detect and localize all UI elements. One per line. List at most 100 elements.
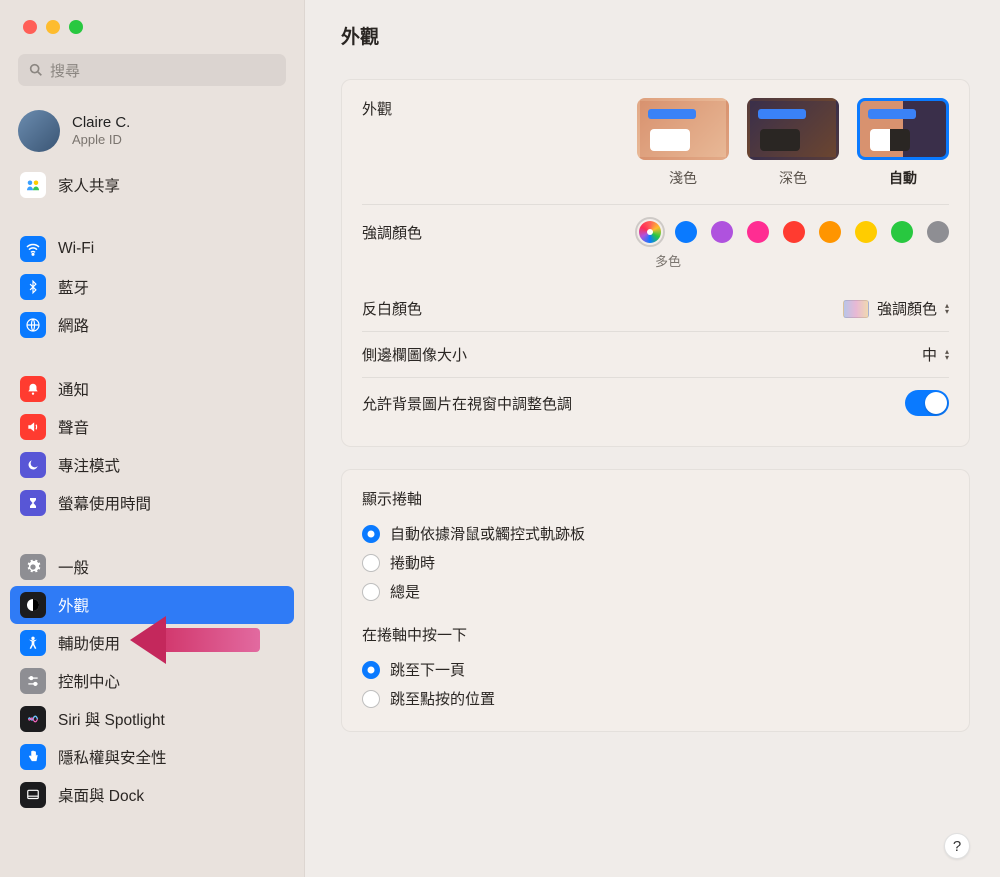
sidebar-item-siri[interactable]: Siri 與 Spotlight [10,700,294,738]
sidebar-item-wifi[interactable]: Wi-Fi [10,230,294,268]
accent-swatch-purple[interactable] [711,221,733,243]
accent-swatch-red[interactable] [783,221,805,243]
theme-thumb-icon [747,98,839,160]
chevron-updown-icon: ▴▾ [945,349,949,361]
scrollbar-option-1[interactable]: 捲動時 [362,548,949,577]
hourglass-icon [20,490,46,516]
moon-icon [20,452,46,478]
avatar [18,110,60,152]
search-placeholder: 搜尋 [50,60,80,81]
accessibility-icon [20,630,46,656]
sidebar-item-label: 聲音 [58,416,89,438]
window-controls [0,0,304,46]
sidebar-item-dock[interactable]: 桌面與 Dock [10,776,294,814]
theme-option-dark[interactable]: 深色 [747,98,839,188]
wifi-icon [20,236,46,262]
minimize-icon[interactable] [46,20,60,34]
sidebar-item-label: 螢幕使用時間 [58,492,151,514]
highlight-select[interactable]: 強調顏色 ▴▾ [843,298,949,319]
sidebar-item-bell[interactable]: 通知 [10,370,294,408]
sidebar-item-label: 網路 [58,314,89,336]
user-sub: Apple ID [72,132,130,148]
scrollclick-option-1[interactable]: 跳至點按的位置 [362,684,949,713]
sidebar-item-label: Wi-Fi [58,240,94,258]
wallpaper-tint-label: 允許背景圖片在視窗中調整色調 [362,393,572,414]
theme-option-light[interactable]: 淺色 [637,98,729,188]
bluetooth-icon [20,274,46,300]
appearance-label: 外觀 [362,98,392,119]
highlight-preview-icon [843,300,869,318]
sidebar-item-accessibility[interactable]: 輔助使用 [10,624,294,662]
radio-icon [362,554,380,572]
radio-icon [362,583,380,601]
user-name: Claire C. [72,114,130,133]
scrollbar-title: 顯示捲軸 [362,488,949,509]
family-icon [20,172,46,198]
theme-option-auto[interactable]: 自動 [857,98,949,188]
sidebar-item-label: 家人共享 [58,174,120,196]
scroll-click-title: 在捲軸中按一下 [362,624,949,645]
sidebar-item-label: 輔助使用 [58,632,120,654]
wallpaper-tint-toggle[interactable] [905,390,949,416]
scrollbar-option-0[interactable]: 自動依據滑鼠或觸控式軌跡板 [362,519,949,548]
accent-swatch-graphite[interactable] [927,221,949,243]
accent-swatch-pink[interactable] [747,221,769,243]
sidebar-item-label: 專注模式 [58,454,120,476]
sidebar-item-label: 控制中心 [58,670,120,692]
radio-icon [362,690,380,708]
gear-icon [20,554,46,580]
close-icon[interactable] [23,20,37,34]
appearance-icon [20,592,46,618]
dock-icon [20,782,46,808]
scrollclick-option-0[interactable]: 跳至下一頁 [362,655,949,684]
sidebar-item-moon[interactable]: 專注模式 [10,446,294,484]
sidebar-item-appearance[interactable]: 外觀 [10,586,294,624]
highlight-label: 反白顏色 [362,298,422,319]
sidebar-item-hand[interactable]: 隱私權與安全性 [10,738,294,776]
sidebar-item-family[interactable]: 家人共享 [10,166,294,204]
accent-swatch-multicolor[interactable] [639,221,661,243]
theme-thumb-icon [857,98,949,160]
appearance-card: 外觀 淺色深色自動 強調顏色 多色 反白顏色 強調顏色 ▴▾ 側邊欄圖 [341,79,970,447]
sidebar-item-user[interactable]: Claire C. Apple ID [0,104,304,162]
sidebar-item-label: 外觀 [58,594,89,616]
sliders-icon [20,668,46,694]
accent-selected-label: 多色 [655,251,949,270]
accent-swatch-green[interactable] [891,221,913,243]
speaker-icon [20,414,46,440]
search-input[interactable]: 搜尋 [18,54,286,86]
accent-swatch-blue[interactable] [675,221,697,243]
siri-icon [20,706,46,732]
sidebar-size-select[interactable]: 中 ▴▾ [922,344,949,365]
settings-window: 搜尋 Claire C. Apple ID 家人共享 Wi-Fi 藍牙網路 通知聲… [0,0,1000,877]
sidebar: 搜尋 Claire C. Apple ID 家人共享 Wi-Fi 藍牙網路 通知聲… [0,0,305,877]
scrollbar-card: 顯示捲軸 自動依據滑鼠或觸控式軌跡板捲動時總是 在捲軸中按一下 跳至下一頁跳至點… [341,469,970,732]
globe-icon [20,312,46,338]
main-panel: 外觀 外觀 淺色深色自動 強調顏色 多色 反白顏色 強調顏色 ▴▾ [305,0,1000,877]
search-icon [28,62,44,78]
accent-label: 強調顏色 [362,222,422,243]
sidebar-item-label: 隱私權與安全性 [58,746,167,768]
zoom-icon[interactable] [69,20,83,34]
sidebar-item-label: Siri 與 Spotlight [58,708,165,730]
help-button[interactable]: ? [944,833,970,859]
radio-icon [362,661,380,679]
accent-swatch-orange[interactable] [819,221,841,243]
sidebar-item-label: 通知 [58,378,89,400]
sidebar-item-label: 桌面與 Dock [58,784,144,806]
sidebar-item-label: 藍牙 [58,276,89,298]
hand-icon [20,744,46,770]
sidebar-size-label: 側邊欄圖像大小 [362,344,467,365]
chevron-updown-icon: ▴▾ [945,303,949,315]
sidebar-item-bluetooth[interactable]: 藍牙 [10,268,294,306]
sidebar-item-sliders[interactable]: 控制中心 [10,662,294,700]
accent-swatch-yellow[interactable] [855,221,877,243]
sidebar-item-speaker[interactable]: 聲音 [10,408,294,446]
page-title: 外觀 [341,22,970,49]
bell-icon [20,376,46,402]
scrollbar-option-2[interactable]: 總是 [362,577,949,606]
sidebar-item-hourglass[interactable]: 螢幕使用時間 [10,484,294,522]
radio-icon [362,525,380,543]
sidebar-item-gear[interactable]: 一般 [10,548,294,586]
sidebar-item-globe[interactable]: 網路 [10,306,294,344]
